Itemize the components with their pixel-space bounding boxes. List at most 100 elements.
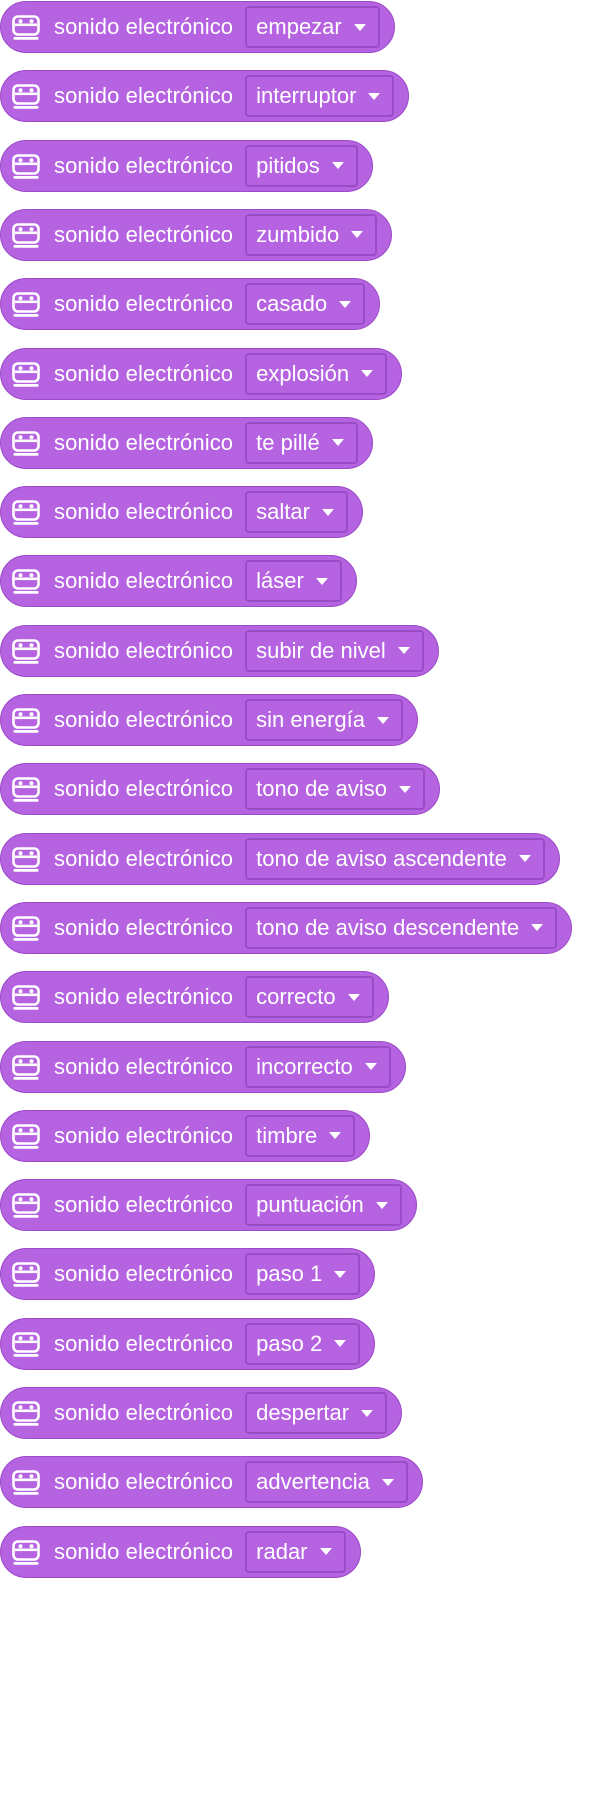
dropdown-arrow-icon: [329, 1132, 342, 1140]
sound-block[interactable]: sonido electrónico empezar: [0, 1, 395, 53]
sound-dropdown[interactable]: tono de aviso: [245, 768, 426, 811]
block-label: sonido electrónico: [54, 152, 234, 178]
dropdown-value: casado: [256, 291, 328, 317]
sound-block[interactable]: sonido electrónico timbre: [0, 1109, 371, 1162]
block-label: sonido electrónico: [54, 1538, 234, 1564]
block-label: sonido electrónico: [54, 1261, 234, 1287]
sound-block[interactable]: sonido electrónico tono de aviso descende…: [0, 901, 573, 954]
dropdown-arrow-icon: [347, 993, 360, 1001]
sound-dropdown[interactable]: incorrecto: [245, 1045, 391, 1088]
sound-dropdown[interactable]: puntuación: [245, 1184, 402, 1227]
sound-block[interactable]: sonido electrónico paso 1: [0, 1248, 376, 1301]
sound-block[interactable]: sonido electrónico advertencia: [0, 1456, 423, 1509]
sound-dropdown[interactable]: sin energía: [245, 699, 403, 741]
microbit-icon: [11, 151, 41, 181]
dropdown-arrow-icon: [361, 1409, 374, 1417]
dropdown-arrow-icon: [397, 647, 410, 655]
block-label: sonido electrónico: [54, 1469, 234, 1495]
microbit-icon: [11, 566, 41, 596]
sound-dropdown[interactable]: paso 2: [245, 1322, 361, 1365]
sound-dropdown[interactable]: láser: [245, 560, 342, 603]
block-label: sonido electrónico: [54, 14, 234, 39]
sound-dropdown[interactable]: radar: [245, 1530, 346, 1573]
sound-block[interactable]: sonido electrónico subir de nivel: [0, 624, 439, 677]
block-label: sonido electrónico: [54, 1053, 234, 1079]
dropdown-value: sin energía: [256, 707, 365, 732]
sound-dropdown[interactable]: despertar: [245, 1392, 388, 1434]
block-label: sonido electrónico: [54, 499, 234, 525]
microbit-icon: [11, 774, 41, 804]
sound-dropdown[interactable]: timbre: [245, 1114, 356, 1157]
sound-block[interactable]: sonido electrónico sin energía: [0, 694, 418, 746]
microbit-icon: [11, 12, 41, 42]
sound-block[interactable]: sonido electrónico incorrecto: [0, 1040, 406, 1093]
microbit-icon: [11, 1190, 41, 1220]
sound-dropdown[interactable]: tono de aviso descendente: [245, 906, 558, 949]
block-label: sonido electrónico: [54, 637, 234, 663]
dropdown-value: interruptor: [256, 83, 357, 109]
microbit-icon: [11, 359, 41, 389]
sound-block[interactable]: sonido electrónico correcto: [0, 971, 389, 1024]
sound-block[interactable]: sonido electrónico radar: [0, 1525, 361, 1578]
sound-dropdown[interactable]: empezar: [245, 6, 380, 48]
sound-dropdown[interactable]: interruptor: [245, 75, 395, 118]
sound-dropdown[interactable]: explosión: [245, 352, 388, 395]
block-label: sonido electrónico: [54, 1122, 234, 1148]
dropdown-value: pitidos: [256, 152, 320, 178]
sound-block[interactable]: sonido electrónico casado: [0, 278, 381, 331]
block-label: sonido electrónico: [54, 914, 234, 940]
microbit-icon: [11, 1467, 41, 1497]
block-label: sonido electrónico: [54, 1330, 234, 1356]
sound-block[interactable]: sonido electrónico interruptor: [0, 70, 410, 123]
sound-block[interactable]: sonido electrónico te pillé: [0, 416, 373, 469]
sound-block[interactable]: sonido electrónico tono de aviso ascenden…: [0, 832, 560, 885]
sound-block[interactable]: sonido electrónico tono de aviso: [0, 763, 441, 816]
sound-dropdown[interactable]: advertencia: [245, 1461, 408, 1504]
microbit-icon: [11, 982, 41, 1012]
dropdown-value: saltar: [256, 499, 310, 525]
sound-block[interactable]: sonido electrónico explosión: [0, 347, 403, 400]
dropdown-value: zumbido: [256, 221, 340, 247]
dropdown-arrow-icon: [361, 370, 374, 377]
sound-dropdown[interactable]: zumbido: [245, 213, 378, 256]
dropdown-arrow-icon: [351, 231, 364, 239]
sound-dropdown[interactable]: casado: [245, 283, 366, 326]
dropdown-value: tono de aviso ascendente: [256, 845, 507, 871]
dropdown-value: incorrecto: [256, 1053, 353, 1079]
microbit-icon: [11, 289, 41, 319]
dropdown-arrow-icon: [334, 1340, 347, 1348]
dropdown-value: advertencia: [256, 1469, 370, 1495]
dropdown-arrow-icon: [399, 785, 412, 793]
block-label: sonido electrónico: [54, 83, 234, 109]
sound-dropdown[interactable]: subir de nivel: [245, 629, 424, 672]
microbit-icon: [11, 1537, 41, 1567]
microbit-icon: [11, 428, 41, 458]
sound-dropdown[interactable]: pitidos: [245, 144, 358, 187]
microbit-icon: [11, 1398, 41, 1428]
dropdown-arrow-icon: [321, 508, 334, 516]
block-label: sonido electrónico: [54, 1192, 234, 1218]
sound-dropdown[interactable]: tono de aviso ascendente: [245, 837, 545, 880]
dropdown-arrow-icon: [339, 300, 352, 308]
sound-block[interactable]: sonido electrónico láser: [0, 555, 357, 608]
block-label: sonido electrónico: [54, 707, 234, 732]
dropdown-value: tono de aviso: [256, 776, 388, 802]
dropdown-arrow-icon: [518, 855, 531, 863]
sound-dropdown[interactable]: correcto: [245, 976, 374, 1019]
microbit-icon: [11, 1259, 41, 1289]
sound-block[interactable]: sonido electrónico despertar: [0, 1387, 403, 1439]
block-label: sonido electrónico: [54, 429, 234, 455]
dropdown-value: paso 2: [256, 1330, 323, 1356]
sound-dropdown[interactable]: saltar: [245, 491, 348, 534]
sound-block[interactable]: sonido electrónico paso 2: [0, 1317, 376, 1370]
sound-dropdown[interactable]: paso 1: [245, 1253, 361, 1296]
sound-block[interactable]: sonido electrónico zumbido: [0, 208, 393, 261]
dropdown-value: subir de nivel: [256, 637, 386, 663]
sound-block[interactable]: sonido electrónico pitidos: [0, 139, 373, 192]
dropdown-arrow-icon: [315, 577, 328, 585]
sound-block[interactable]: sonido electrónico saltar: [0, 486, 363, 539]
sound-block[interactable]: sonido electrónico puntuación: [0, 1179, 417, 1232]
block-label: sonido electrónico: [54, 984, 234, 1010]
sound-dropdown[interactable]: te pillé: [245, 421, 358, 464]
microbit-icon: [11, 497, 41, 527]
